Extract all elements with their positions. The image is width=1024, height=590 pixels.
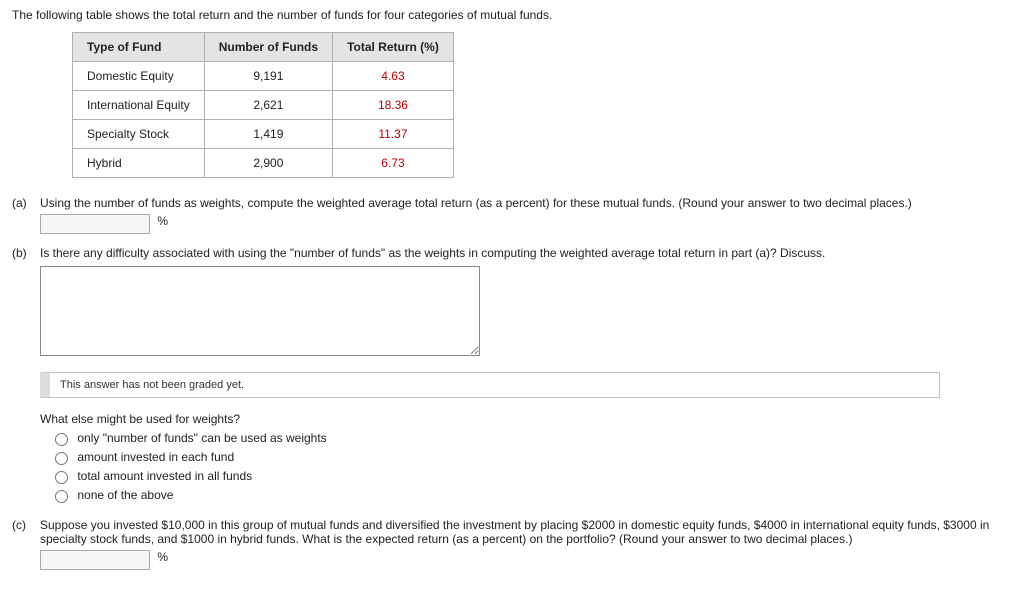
part-b-text: Is there any difficulty associated with … [40,246,1012,260]
radio-option-3[interactable] [55,490,68,503]
col-header-return: Total Return (%) [333,33,454,62]
part-a-label: (a) [12,196,40,210]
part-a-input[interactable] [40,214,150,234]
cell-ret: 4.63 [333,62,454,91]
cell-num: 2,900 [204,149,332,178]
table-row: International Equity 2,621 18.36 [73,91,454,120]
part-c-input[interactable] [40,550,150,570]
part-a-text: Using the number of funds as weights, co… [40,196,1012,210]
radio-option-0[interactable] [55,433,68,446]
cell-ret: 11.37 [333,120,454,149]
table-row: Specialty Stock 1,419 11.37 [73,120,454,149]
cell-ret: 18.36 [333,91,454,120]
radio-label-3: none of the above [77,488,173,502]
radio-label-0: only "number of funds" can be used as we… [77,431,326,445]
cell-num: 2,621 [204,91,332,120]
part-b-subq: What else might be used for weights? [40,412,1012,426]
cell-num: 1,419 [204,120,332,149]
part-c-text: Suppose you invested $10,000 in this gro… [40,518,1012,546]
radio-option-1[interactable] [55,452,68,465]
funds-table: Type of Fund Number of Funds Total Retur… [72,32,454,178]
table-row: Domestic Equity 9,191 4.63 [73,62,454,91]
part-a-unit: % [157,214,168,228]
grade-status-box: This answer has not been graded yet. [40,372,940,398]
part-c-unit: % [157,550,168,564]
cell-type: International Equity [73,91,205,120]
radio-label-1: amount invested in each fund [77,450,234,464]
radio-group-weights: only "number of funds" can be used as we… [50,430,1012,503]
radio-option-2[interactable] [55,471,68,484]
table-row: Hybrid 2,900 6.73 [73,149,454,178]
cell-type: Hybrid [73,149,205,178]
radio-label-2: total amount invested in all funds [77,469,252,483]
part-b-textarea[interactable] [40,266,480,356]
cell-type: Specialty Stock [73,120,205,149]
col-header-num: Number of Funds [204,33,332,62]
part-b-label: (b) [12,246,40,260]
intro-text: The following table shows the total retu… [12,8,1012,22]
cell-num: 9,191 [204,62,332,91]
part-c-label: (c) [12,518,40,532]
cell-ret: 6.73 [333,149,454,178]
col-header-type: Type of Fund [73,33,205,62]
cell-type: Domestic Equity [73,62,205,91]
